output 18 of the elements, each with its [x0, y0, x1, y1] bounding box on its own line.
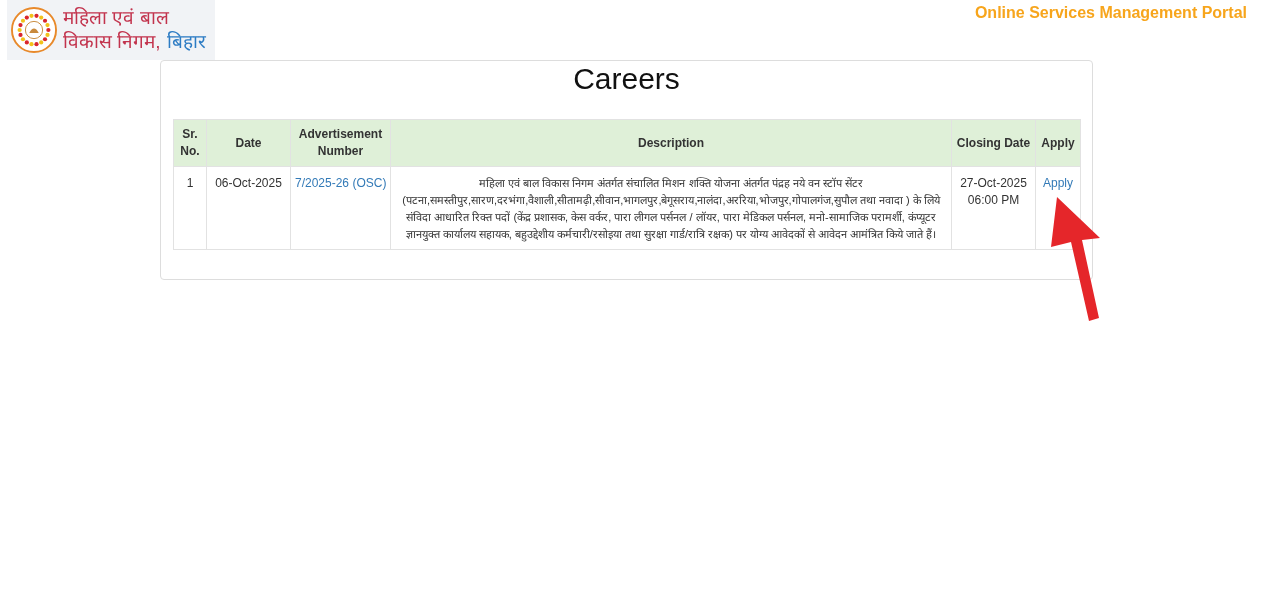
table-cell: 27-Oct-2025 06:00 PM — [951, 166, 1036, 250]
advertisement-link[interactable]: 7/2025-26 (OSC) — [295, 176, 387, 190]
column-header: Apply — [1035, 119, 1081, 167]
column-header: Sr. No. — [173, 119, 207, 167]
table-cell: 06-Oct-2025 — [206, 166, 291, 250]
portal-title: Online Services Management Portal — [974, 4, 1247, 22]
description-cell: महिला एवं बाल विकास निगम अंतर्गत संचालित मिशन शक्ति योजना अंतर्गत पंद्रह नये वन स्टॉप सेंटर (पटना,समस्तीपुर,सारण,दरभंगा,वैशाली,सीतामढ़ी,सीवान,भागलपुर,बेगूसराय,नालंदा,अररिया,भोजपुर,गोपालगंज,सुपौल तथा नवादा ) के लिये संविदा आधारित रिक्त पदों (केंद्र प्रशासक, केस वर्कर, पारा लीगल पर्सनल / लॉयर, पारा मेडिकल पर्सनल, मनो-सामाजिक परामर्शी, कंप्यूटर ज्ञानयुक्त कार्यालय सहायक, बहुउद्देशीय कर्मचारी/रसोइया तथा सुरक्षा गार्ड/रात्रि रक्षक) पर योग्य आवेदकों से आवेदन आमंत्रित किये जाते हैं। — [390, 166, 952, 250]
page-heading: Careers — [572, 61, 681, 97]
logo-state-name: बिहार — [166, 30, 206, 54]
column-header: Date — [206, 119, 291, 167]
table-cell: 1 — [173, 166, 207, 250]
logo-title: महिला एवं बाल — [63, 6, 170, 30]
logo-subtitle: विकास निगम, — [63, 30, 161, 54]
emblem-icon — [11, 7, 57, 53]
column-header: Closing Date — [951, 119, 1036, 167]
column-header: Advertisement Number — [290, 119, 391, 167]
apply-link[interactable]: Apply — [1043, 176, 1073, 190]
column-header: Description — [390, 119, 952, 167]
